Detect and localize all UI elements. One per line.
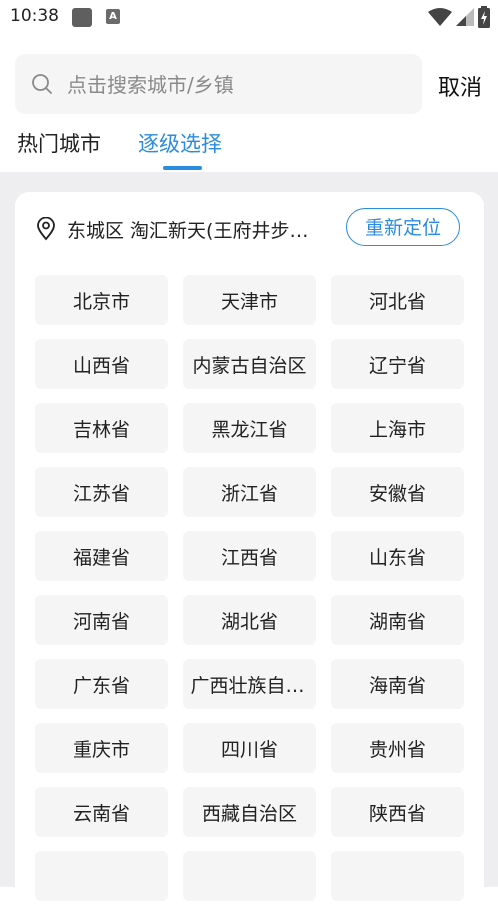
region-item[interactable]: 山西省 bbox=[35, 339, 168, 389]
region-item[interactable]: 天津市 bbox=[183, 275, 316, 325]
region-item-label: 上海市 bbox=[368, 418, 426, 441]
region-item[interactable]: 安徽省 bbox=[331, 467, 464, 517]
signal-icon bbox=[456, 8, 474, 26]
region-item[interactable] bbox=[331, 851, 464, 901]
relocate-button[interactable]: 重新定位 bbox=[346, 208, 460, 246]
tab-bar: 热门城市 逐级选择 bbox=[0, 128, 498, 170]
region-item[interactable] bbox=[35, 851, 168, 901]
tab-level-select[interactable]: 逐级选择 bbox=[138, 128, 222, 158]
region-item[interactable]: 江西省 bbox=[183, 531, 316, 581]
region-item-label: 河北省 bbox=[368, 290, 426, 313]
search-row: 取消 bbox=[0, 54, 498, 116]
status-time: 10:38 bbox=[10, 6, 59, 26]
region-item-label: 辽宁省 bbox=[368, 354, 426, 377]
region-item[interactable]: 海南省 bbox=[331, 659, 464, 709]
region-item[interactable]: 湖北省 bbox=[183, 595, 316, 645]
region-item-label: 内蒙古自治区 bbox=[192, 354, 307, 377]
region-item[interactable]: 黑龙江省 bbox=[183, 403, 316, 453]
region-item-label: 贵州省 bbox=[368, 738, 426, 761]
search-icon bbox=[32, 74, 52, 94]
region-item[interactable] bbox=[183, 851, 316, 901]
region-item-label: 江西省 bbox=[220, 546, 278, 569]
region-item-label: 河南省 bbox=[72, 610, 130, 633]
status-icons bbox=[428, 6, 490, 28]
region-item-label: 广西壮族自治区 bbox=[190, 674, 309, 697]
wifi-icon bbox=[428, 8, 452, 26]
region-item[interactable]: 福建省 bbox=[35, 531, 168, 581]
region-item-label: 海南省 bbox=[368, 674, 426, 697]
region-item-label: 四川省 bbox=[220, 738, 278, 761]
region-item[interactable]: 吉林省 bbox=[35, 403, 168, 453]
battery-icon bbox=[478, 6, 490, 28]
region-item[interactable]: 山东省 bbox=[331, 531, 464, 581]
region-item[interactable]: 广东省 bbox=[35, 659, 168, 709]
region-item[interactable]: 湖南省 bbox=[331, 595, 464, 645]
region-grid: 北京市 天津市 河北省山西省 内蒙古自治区 辽宁省吉林省 黑龙江省 上海市江苏省 浙江省 安徽省… bbox=[35, 275, 465, 901]
region-item[interactable]: 河南省 bbox=[35, 595, 168, 645]
region-item-label: 山东省 bbox=[368, 546, 426, 569]
current-location-text: 东城区 淘汇新天(王府井步行街店) bbox=[67, 220, 327, 242]
status-bar: 10:38 A bbox=[0, 0, 498, 34]
region-item[interactable]: 四川省 bbox=[183, 723, 316, 773]
region-item[interactable]: 江苏省 bbox=[35, 467, 168, 517]
region-item[interactable]: 贵州省 bbox=[331, 723, 464, 773]
region-item-label: 广东省 bbox=[72, 674, 130, 697]
region-card: 东城区 淘汇新天(王府井步行街店) 重新定位 北京市 天津市 河北省山西省 内蒙古自治… bbox=[15, 192, 484, 912]
notification-square-icon bbox=[72, 8, 92, 27]
region-item-label: 陕西省 bbox=[368, 802, 426, 825]
region-item[interactable]: 重庆市 bbox=[35, 723, 168, 773]
search-input[interactable] bbox=[65, 67, 409, 103]
region-item-label: 重庆市 bbox=[72, 738, 130, 761]
region-item-label: 江苏省 bbox=[72, 482, 130, 505]
location-pin-icon bbox=[37, 217, 55, 241]
region-item-label: 福建省 bbox=[72, 546, 130, 569]
cancel-button[interactable]: 取消 bbox=[438, 70, 482, 102]
region-item-label: 云南省 bbox=[72, 802, 130, 825]
region-item-label: 吉林省 bbox=[72, 418, 130, 441]
region-item-label: 天津市 bbox=[220, 290, 278, 313]
region-item-label: 湖北省 bbox=[220, 610, 278, 633]
region-item[interactable]: 西藏自治区 bbox=[183, 787, 316, 837]
region-item-label: 山西省 bbox=[72, 354, 130, 377]
region-item[interactable]: 广西壮族自治区 bbox=[183, 659, 316, 709]
search-box[interactable] bbox=[15, 54, 422, 114]
region-item-label: 北京市 bbox=[72, 290, 130, 313]
region-item[interactable]: 浙江省 bbox=[183, 467, 316, 517]
region-item-label: 黑龙江省 bbox=[211, 418, 288, 441]
region-item-label: 西藏自治区 bbox=[201, 802, 297, 825]
region-item-label: 浙江省 bbox=[220, 482, 278, 505]
region-item[interactable]: 上海市 bbox=[331, 403, 464, 453]
region-item[interactable]: 河北省 bbox=[331, 275, 464, 325]
region-item[interactable]: 陕西省 bbox=[331, 787, 464, 837]
region-item[interactable]: 辽宁省 bbox=[331, 339, 464, 389]
region-item-label: 安徽省 bbox=[368, 482, 426, 505]
region-item[interactable]: 内蒙古自治区 bbox=[183, 339, 316, 389]
region-item[interactable]: 北京市 bbox=[35, 275, 168, 325]
app-a-icon: A bbox=[106, 9, 120, 24]
tab-hot-cities[interactable]: 热门城市 bbox=[17, 128, 101, 158]
region-item-label: 湖南省 bbox=[368, 610, 426, 633]
active-tab-indicator bbox=[163, 166, 202, 170]
current-location-row: 东城区 淘汇新天(王府井步行街店) 重新定位 bbox=[15, 208, 484, 250]
region-item[interactable]: 云南省 bbox=[35, 787, 168, 837]
